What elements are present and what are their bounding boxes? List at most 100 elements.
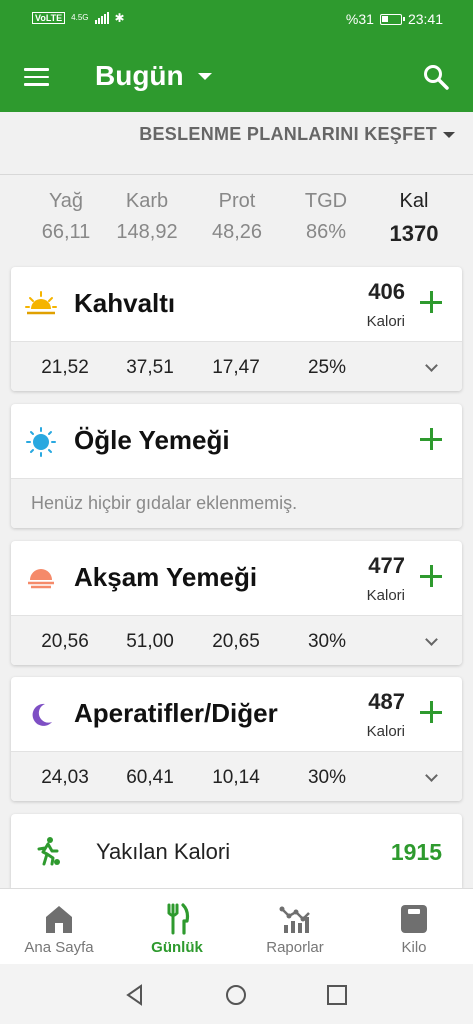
battery-icon bbox=[379, 13, 405, 25]
meal-fat: 21,52 bbox=[41, 357, 89, 378]
reports-icon bbox=[279, 906, 310, 933]
search-icon[interactable] bbox=[423, 64, 449, 90]
recents-icon[interactable] bbox=[326, 984, 348, 1006]
meal-tgd: 30% bbox=[307, 767, 347, 788]
meal-calories-unit: Kalori bbox=[366, 587, 405, 604]
summary-carb: Karb 148,92 bbox=[112, 190, 182, 244]
status-left: VoLTE 4.5G ✱ bbox=[32, 11, 125, 25]
empty-meal-message: Henüz hiçbir gıdalar eklenmemiş. bbox=[11, 478, 462, 528]
nav-weight[interactable]: Kilo bbox=[355, 889, 473, 965]
meal-calories: 406 Kalori bbox=[367, 279, 405, 330]
summary-kal-label: Kal bbox=[399, 190, 429, 212]
meal-calories-value: 487 bbox=[368, 689, 405, 714]
meal-card-snacks[interactable]: Aperatifler/Diğer 487 Kalori 24,03 60,41… bbox=[11, 677, 462, 801]
meal-tgd: 25% bbox=[307, 357, 347, 378]
moon-icon bbox=[32, 703, 52, 726]
burned-calories-row[interactable]: Yakılan Kalori 1915 bbox=[11, 814, 462, 888]
meal-prot: 17,47 bbox=[212, 357, 260, 378]
page-title[interactable]: Bugün bbox=[95, 60, 184, 92]
meal-name: Aperatifler/Diğer bbox=[74, 698, 278, 728]
summary-tgd: TGD 86% bbox=[300, 190, 352, 244]
meal-name: Öğle Yemeği bbox=[74, 425, 230, 455]
meal-card-dinner[interactable]: Akşam Yemeği 477 Kalori 20,56 51,00 20,6… bbox=[11, 541, 462, 665]
meal-header[interactable]: Kahvaltı 406 Kalori bbox=[11, 267, 462, 341]
nav-home[interactable]: Ana Sayfa bbox=[0, 889, 118, 965]
burned-calories-label: Yakılan Kalori bbox=[96, 839, 231, 864]
home-icon bbox=[46, 906, 72, 933]
chevron-down-icon[interactable] bbox=[425, 359, 438, 372]
chevron-down-icon[interactable] bbox=[198, 73, 212, 80]
sunset-icon bbox=[28, 569, 54, 589]
bluetooth-icon: ✱ bbox=[114, 11, 125, 25]
sun-icon bbox=[26, 427, 56, 457]
summary-kal: Kal 1370 bbox=[382, 190, 446, 247]
summary-kal-value: 1370 bbox=[389, 221, 439, 246]
summary-carb-label: Karb bbox=[125, 190, 169, 212]
nav-label: Ana Sayfa bbox=[24, 939, 94, 956]
summary-fat: Yağ 66,11 bbox=[38, 190, 94, 244]
system-nav-bar bbox=[0, 964, 473, 1024]
back-icon[interactable] bbox=[124, 984, 146, 1006]
meal-header[interactable]: Aperatifler/Diğer 487 Kalori bbox=[11, 677, 462, 751]
home-circle-icon[interactable] bbox=[225, 984, 247, 1006]
summary-prot-label: Prot bbox=[218, 190, 256, 212]
meal-calories: 487 Kalori bbox=[367, 689, 405, 740]
explore-plans-button[interactable]: BESLENME PLANLARINI KEŞFET bbox=[139, 124, 455, 145]
summary-fat-label: Yağ bbox=[48, 190, 84, 212]
meal-tgd: 30% bbox=[307, 631, 347, 652]
meal-card-breakfast[interactable]: Kahvaltı 406 Kalori 21,52 37,51 17,47 25… bbox=[11, 267, 462, 391]
bottom-nav: Ana Sayfa Günlük Raporlar Kilo bbox=[0, 888, 473, 964]
add-food-icon[interactable] bbox=[420, 291, 442, 313]
burned-calories-value: 1915 bbox=[390, 839, 442, 865]
nav-diary[interactable]: Günlük bbox=[118, 889, 236, 965]
summary-tgd-value: 86% bbox=[305, 221, 347, 243]
meal-carb: 37,51 bbox=[126, 357, 174, 378]
add-food-icon[interactable] bbox=[420, 701, 442, 723]
summary-prot: Prot 48,26 bbox=[206, 190, 268, 244]
meal-header[interactable]: Akşam Yemeği 477 Kalori bbox=[11, 541, 462, 615]
chevron-down-icon[interactable] bbox=[425, 633, 438, 646]
summary-carb-value: 148,92 bbox=[116, 221, 178, 243]
status-right: %31 23:41 bbox=[346, 11, 443, 27]
meal-macros[interactable]: 24,03 60,41 10,14 30% bbox=[11, 751, 462, 801]
meal-prot: 20,65 bbox=[212, 631, 260, 652]
meal-calories-unit: Kalori bbox=[366, 313, 405, 330]
chevron-down-icon[interactable] bbox=[425, 769, 438, 782]
meal-name: Kahvaltı bbox=[74, 288, 176, 318]
meal-macros[interactable]: 21,52 37,51 17,47 25% bbox=[11, 341, 462, 391]
meal-fat: 24,03 bbox=[41, 767, 89, 788]
app-bar: Bugün bbox=[0, 40, 473, 112]
meal-header[interactable]: Öğle Yemeği bbox=[11, 404, 462, 478]
meal-calories-unit: Kalori bbox=[366, 723, 405, 740]
meal-card-lunch[interactable]: Öğle Yemeği Henüz hiçbir gıdalar eklenme… bbox=[11, 404, 462, 528]
explore-plans-label: BESLENME PLANLARINI KEŞFET bbox=[139, 124, 437, 144]
meal-carb: 60,41 bbox=[126, 767, 174, 788]
add-food-icon[interactable] bbox=[420, 428, 442, 450]
meal-name: Akşam Yemeği bbox=[74, 562, 258, 592]
meal-calories-value: 477 bbox=[368, 553, 405, 578]
battery-percent: %31 bbox=[345, 11, 374, 27]
meal-calories: 477 Kalori bbox=[367, 553, 405, 604]
clock: 23:41 bbox=[407, 11, 443, 27]
nav-label: Günlük bbox=[151, 939, 203, 956]
meal-fat: 20,56 bbox=[41, 631, 89, 652]
meal-prot: 10,14 bbox=[212, 767, 260, 788]
cutlery-icon bbox=[167, 903, 190, 935]
meal-carb: 51,00 bbox=[126, 631, 174, 652]
summary-prot-value: 48,26 bbox=[211, 221, 263, 243]
network-type: 4.5G bbox=[71, 13, 89, 22]
meal-macros[interactable]: 20,56 51,00 20,65 30% bbox=[11, 615, 462, 665]
signal-icon bbox=[94, 12, 109, 24]
nav-label: Kilo bbox=[401, 939, 427, 956]
sunrise-icon bbox=[25, 291, 57, 315]
volte-indicator: VoLTE bbox=[32, 12, 66, 24]
hamburger-menu-icon[interactable] bbox=[24, 68, 49, 86]
divider bbox=[0, 174, 473, 175]
summary-tgd-label: TGD bbox=[304, 190, 348, 212]
nav-label: Raporlar bbox=[266, 939, 324, 956]
nav-reports[interactable]: Raporlar bbox=[236, 889, 354, 965]
daily-summary: Yağ 66,11 Karb 148,92 Prot 48,26 TGD 86%… bbox=[0, 190, 473, 254]
meal-calories-value: 406 bbox=[368, 279, 405, 304]
add-food-icon[interactable] bbox=[420, 565, 442, 587]
summary-fat-value: 66,11 bbox=[41, 221, 91, 243]
